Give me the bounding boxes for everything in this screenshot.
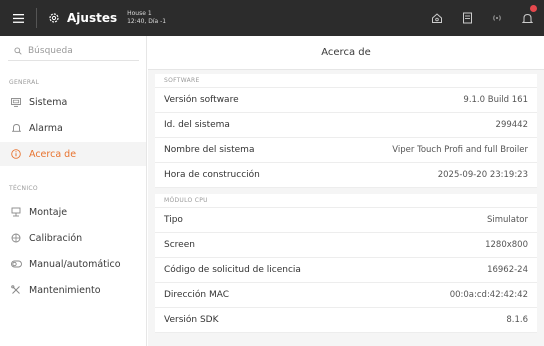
page-title: Ajustes	[67, 11, 118, 25]
row-key: Versión software	[164, 95, 239, 105]
row-key: Tipo	[164, 215, 183, 225]
info-row: Tipo Simulator	[155, 208, 537, 233]
row-value: 2025-09-20 23:19:23	[437, 170, 528, 180]
row-key: Código de solicitud de licencia	[164, 265, 301, 275]
signal-button[interactable]	[484, 0, 510, 36]
sidebar-item-acerca-de[interactable]: Acerca de	[0, 142, 146, 166]
sidebar: Búsqueda GENERAL Sistema Alarma Acerca d…	[0, 36, 147, 346]
software-group: SOFTWARE Versión software 9.1.0 Build 16…	[155, 74, 537, 188]
info-row: Versión SDK 8.1.6	[155, 308, 537, 333]
tools-icon	[10, 284, 22, 296]
sidebar-item-manual-automatico[interactable]: Manual/automático	[0, 252, 146, 276]
menu-button[interactable]	[0, 0, 36, 36]
section-title-general: GENERAL	[9, 79, 40, 86]
content-header: Acerca de	[148, 36, 544, 70]
info-row: Hora de construcción 2025-09-20 23:19:23	[155, 163, 537, 188]
house-name: House 1	[127, 10, 152, 17]
search-placeholder: Búsqueda	[28, 45, 73, 56]
info-icon	[10, 148, 22, 160]
section-title-software: SOFTWARE	[155, 74, 537, 88]
sidebar-item-calibracion[interactable]: Calibración	[0, 226, 146, 250]
calibration-icon	[10, 232, 22, 244]
settings-gear-icon	[47, 11, 61, 25]
search-icon	[14, 46, 22, 55]
home-icon	[432, 13, 442, 23]
row-key: Hora de construcción	[164, 170, 260, 180]
sidebar-item-label: Mantenimiento	[29, 284, 101, 296]
sidebar-item-sistema[interactable]: Sistema	[0, 90, 146, 114]
info-row: Versión software 9.1.0 Build 161	[155, 88, 537, 113]
sidebar-item-label: Sistema	[29, 96, 68, 108]
content-title: Acerca de	[321, 47, 371, 58]
document-icon	[462, 12, 472, 24]
house-info[interactable]: House 1 12:40, Día -1	[127, 10, 166, 26]
hamburger-icon	[12, 13, 24, 23]
bell-icon	[10, 122, 22, 134]
monitor-icon	[10, 96, 22, 108]
row-key: Id. del sistema	[164, 120, 230, 130]
row-value: 1280x800	[485, 240, 528, 250]
search-field[interactable]: Búsqueda	[8, 41, 139, 61]
notifications-button[interactable]	[514, 0, 540, 36]
row-key: Nombre del sistema	[164, 145, 255, 155]
notification-badge	[530, 5, 537, 12]
main-content: Acerca de SOFTWARE Versión software 9.1.…	[148, 36, 544, 346]
top-bar: Ajustes House 1 12:40, Día -1	[0, 0, 544, 36]
row-key: Versión SDK	[164, 315, 219, 325]
info-row: Dirección MAC 00:0a:cd:42:42:42	[155, 283, 537, 308]
row-value: 9.1.0 Build 161	[463, 95, 528, 105]
info-row: Nombre del sistema Viper Touch Profi and…	[155, 138, 537, 163]
sidebar-item-alarma[interactable]: Alarma	[0, 116, 146, 140]
info-row: Screen 1280x800	[155, 233, 537, 258]
row-value: Simulator	[486, 215, 528, 225]
row-value: 00:0a:cd:42:42:42	[449, 290, 528, 300]
section-title-cpu: MÓDULO CPU	[155, 194, 537, 208]
row-value: Viper Touch Profi and full Broiler	[392, 145, 528, 155]
assembly-icon	[10, 206, 22, 218]
toggle-icon	[10, 258, 22, 270]
sidebar-item-label: Montaje	[29, 206, 68, 218]
home-button[interactable]	[424, 0, 450, 36]
row-key: Dirección MAC	[164, 290, 229, 300]
row-key: Screen	[164, 240, 195, 250]
section-title-tecnico: TÉCNICO	[9, 185, 38, 192]
row-value: 16962-24	[487, 265, 528, 275]
sidebar-item-montaje[interactable]: Montaje	[0, 200, 146, 224]
row-value: 299442	[495, 120, 528, 130]
cpu-module-group: MÓDULO CPU Tipo Simulator Screen 1280x80…	[155, 194, 537, 333]
sidebar-item-label: Manual/automático	[29, 258, 121, 270]
document-button[interactable]	[454, 0, 480, 36]
wireless-icon	[493, 15, 501, 21]
divider	[36, 8, 37, 28]
info-row: Código de solicitud de licencia 16962-24	[155, 258, 537, 283]
sidebar-item-mantenimiento[interactable]: Mantenimiento	[0, 278, 146, 302]
row-value: 8.1.6	[506, 315, 528, 325]
house-time: 12:40, Día -1	[127, 18, 167, 25]
bell-icon	[521, 13, 533, 23]
sidebar-item-label: Alarma	[29, 122, 63, 134]
info-row: Id. del sistema 299442	[155, 113, 537, 138]
sidebar-item-label: Calibración	[29, 232, 83, 244]
sidebar-item-label: Acerca de	[29, 148, 77, 160]
